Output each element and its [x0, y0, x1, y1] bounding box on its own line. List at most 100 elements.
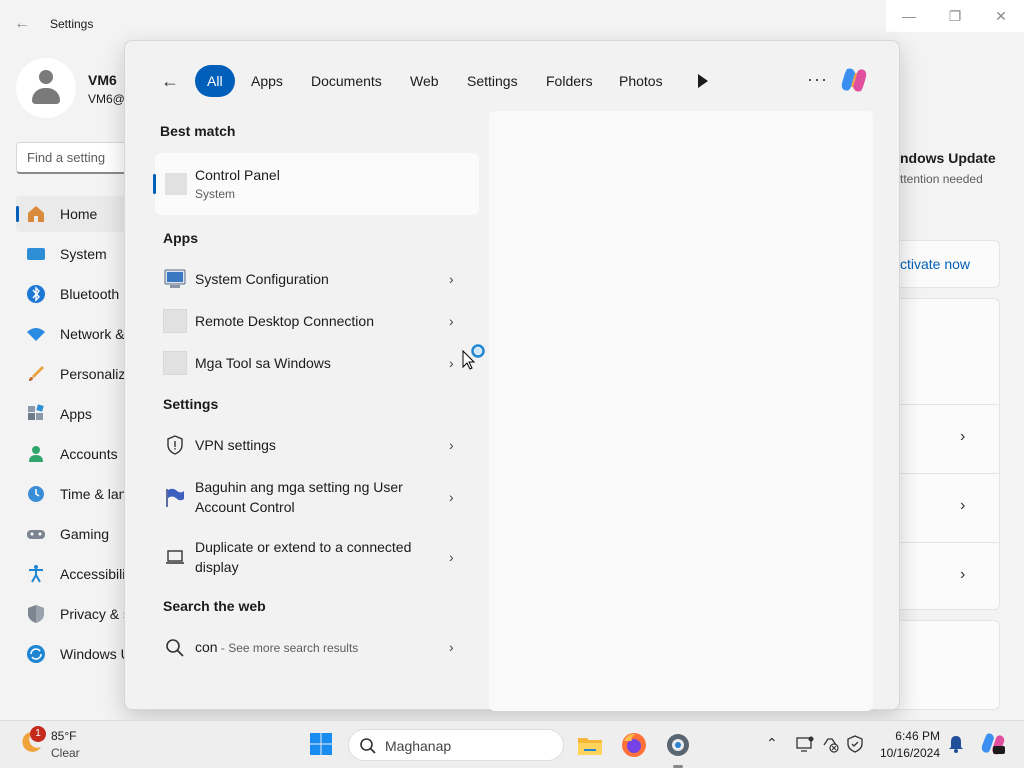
back-arrow-icon[interactable]: ← [14, 14, 34, 34]
chevron-right-icon[interactable]: › [960, 566, 974, 583]
show-hidden-icons-button[interactable]: ⌃ [766, 735, 782, 751]
laptop-display-icon [166, 550, 184, 564]
tab-apps[interactable]: Apps [239, 65, 295, 97]
avatar[interactable] [16, 58, 76, 118]
firefox-icon[interactable] [620, 731, 648, 759]
weather-badge: 1 [30, 726, 46, 742]
web-search-result[interactable]: con - See more search results › [155, 627, 465, 669]
search-icon [360, 738, 376, 754]
chevron-right-icon[interactable]: › [449, 355, 459, 371]
notification-bell-icon[interactable] [948, 735, 964, 753]
weather-condition[interactable]: Clear [51, 746, 80, 760]
chevron-right-icon[interactable]: › [960, 497, 974, 514]
app-placeholder-icon [163, 351, 187, 375]
tab-web[interactable]: Web [398, 65, 451, 97]
activate-now-link[interactable]: ctivate now [900, 256, 970, 272]
web-query-row: con - See more search results [195, 637, 435, 658]
result-label: System Configuration [195, 271, 329, 287]
sidebar-item-personalization[interactable]: Personaliza [16, 356, 136, 392]
divider [900, 404, 1000, 405]
window-title: Settings [50, 17, 94, 31]
sidebar-item-accounts[interactable]: Accounts [16, 436, 136, 472]
system-configuration-icon [164, 269, 186, 288]
profile-email: VM6@ [88, 92, 125, 106]
sidebar-item-label: Privacy & s [60, 606, 131, 622]
maximize-button[interactable]: ❐ [932, 0, 978, 32]
bluetooth-icon [27, 285, 45, 303]
close-button[interactable]: ✕ [978, 0, 1024, 32]
chevron-right-icon[interactable]: › [449, 313, 459, 329]
file-explorer-icon[interactable] [576, 731, 604, 759]
personalization-icon [29, 366, 44, 381]
windows-start-icon[interactable] [310, 733, 332, 755]
chevron-right-icon[interactable]: › [449, 489, 459, 505]
see-more-results: - See more search results [217, 641, 359, 655]
tab-documents[interactable]: Documents [299, 65, 394, 97]
list-item[interactable]: Duplicate or extend to a connected displ… [155, 527, 465, 587]
sidebar-item-label: Gaming [60, 526, 110, 542]
taskbar-search-box[interactable]: Maghanap [348, 729, 564, 761]
list-item[interactable]: Baguhin ang mga setting ng User Account … [155, 467, 465, 527]
accounts-icon [29, 446, 43, 462]
display-sync-icon[interactable] [796, 735, 814, 753]
control-panel-icon [165, 173, 187, 195]
find-setting-input[interactable]: Find a setting [16, 142, 136, 174]
clock-date[interactable]: 10/16/2024 [870, 746, 940, 760]
best-match-result[interactable]: Control Panel System [153, 153, 479, 215]
back-arrow-icon[interactable]: ← [161, 71, 185, 91]
system-icon [27, 248, 45, 260]
tab-settings[interactable]: Settings [455, 65, 530, 97]
sidebar-item-time-language[interactable]: Time & lan [16, 476, 136, 512]
sidebar-item-system[interactable]: System [16, 236, 136, 272]
sidebar-item-apps[interactable]: Apps [16, 396, 136, 432]
settings-header: Settings [163, 396, 219, 412]
copilot-icon[interactable] [980, 731, 1006, 757]
clock-time[interactable]: 6:46 PM [880, 729, 940, 743]
search-web-header: Search the web [163, 598, 266, 614]
settings-app-button[interactable] [664, 731, 692, 768]
more-options-button[interactable]: ··· [807, 69, 828, 90]
chevron-right-icon[interactable]: › [449, 549, 459, 565]
tab-photos[interactable]: Photos [607, 65, 675, 97]
security-shield-icon[interactable] [846, 735, 864, 753]
result-label: VPN settings [195, 437, 276, 453]
copilot-icon[interactable] [839, 65, 869, 95]
avatar-body [32, 88, 60, 104]
sidebar-item-label: Accounts [60, 446, 118, 462]
best-match-header: Best match [160, 123, 236, 139]
network-disconnected-icon[interactable] [822, 735, 840, 753]
sidebar-item-network[interactable]: Network & [16, 316, 136, 352]
list-item[interactable]: Mga Tool sa Windows › [155, 343, 465, 385]
play-more-tabs-icon[interactable] [695, 71, 715, 91]
sidebar-item-home[interactable]: Home [16, 196, 136, 232]
sidebar-item-label: Accessibili [60, 566, 126, 582]
chevron-right-icon[interactable]: › [960, 428, 974, 445]
avatar-head [39, 70, 53, 84]
list-item[interactable]: VPN settings › [155, 425, 465, 467]
settings-card [890, 620, 1000, 710]
sidebar-item-label: Personaliza [60, 366, 134, 382]
minimize-button[interactable]: — [886, 0, 932, 32]
sidebar-item-windows-update[interactable]: Windows U [16, 636, 136, 672]
taskbar: 1 85°F Clear Maghanap ⌃ 6:46 PM 10/16/20… [0, 720, 1024, 768]
chevron-right-icon[interactable]: › [449, 271, 459, 287]
selection-indicator [153, 174, 156, 194]
sidebar-item-accessibility[interactable]: Accessibili [16, 556, 136, 592]
list-item[interactable]: Remote Desktop Connection › [155, 301, 465, 343]
tab-folders[interactable]: Folders [534, 65, 605, 97]
accessibility-icon [29, 565, 43, 583]
network-icon [27, 328, 45, 341]
chevron-right-icon[interactable]: › [449, 639, 459, 655]
chevron-right-icon[interactable]: › [449, 437, 459, 453]
preview-pane [489, 111, 873, 711]
weather-temperature[interactable]: 85°F [51, 729, 76, 743]
web-query: con [195, 639, 218, 655]
sidebar-item-label: Network & [60, 326, 125, 342]
windows-update-title: ndows Update [900, 150, 996, 166]
list-item[interactable]: System Configuration › [155, 259, 465, 301]
sidebar-item-gaming[interactable]: Gaming [16, 516, 136, 552]
tab-all[interactable]: All [195, 65, 235, 97]
sidebar-item-bluetooth[interactable]: Bluetooth [16, 276, 136, 312]
sidebar-item-privacy[interactable]: Privacy & s [16, 596, 136, 632]
divider [900, 473, 1000, 474]
